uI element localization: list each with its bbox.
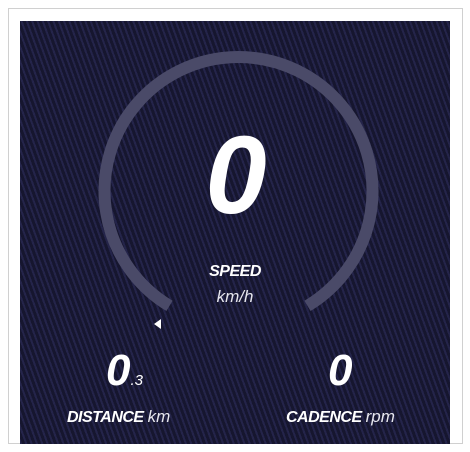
cadence-label-group: CADENCE rpm bbox=[286, 407, 395, 427]
speed-unit: km/h bbox=[216, 287, 254, 306]
cadence-label: CADENCE bbox=[286, 409, 362, 426]
speed-label: SPEED bbox=[209, 263, 261, 280]
triangle-left-icon bbox=[154, 319, 161, 329]
speed-value: 0 bbox=[205, 114, 266, 237]
distance-value: 0.3 bbox=[106, 349, 143, 393]
cadence-value-main: 0 bbox=[328, 346, 353, 395]
cadence-value: 0 bbox=[328, 349, 352, 393]
distance-value-main: 0 bbox=[106, 346, 131, 395]
distance-value-decimal: .3 bbox=[130, 372, 143, 389]
distance-label: DISTANCE bbox=[67, 409, 144, 426]
distance-unit: km bbox=[147, 407, 171, 426]
bike-computer-screen: 0 SPEED km/h 0.3 DISTANCE km 0 CADENCE rpm bbox=[20, 21, 450, 444]
cadence-unit: rpm bbox=[365, 407, 395, 426]
distance-label-group: DISTANCE km bbox=[67, 407, 170, 427]
